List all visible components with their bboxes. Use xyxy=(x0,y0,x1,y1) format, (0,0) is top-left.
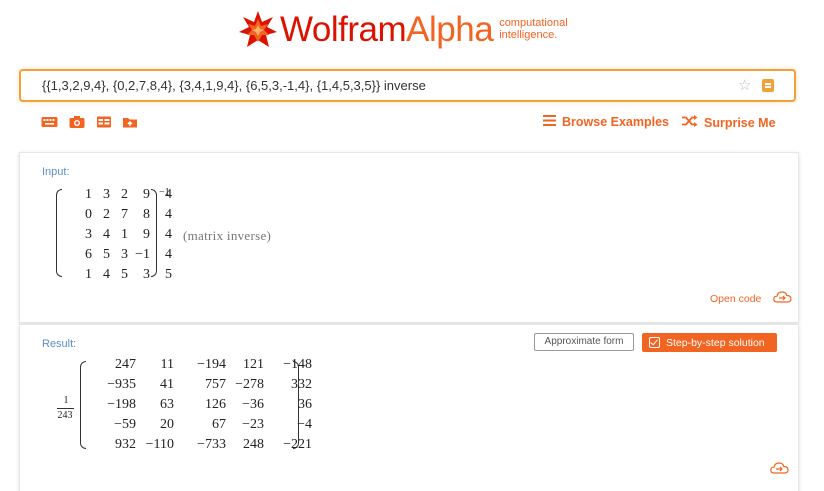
result-matrix-cell: −194 xyxy=(197,357,226,372)
approximate-form-button[interactable]: Approximate form xyxy=(534,333,634,351)
input-matrix-cell: 4 xyxy=(165,207,172,222)
input-matrix-cell: 7 xyxy=(121,207,128,222)
menu-icon xyxy=(543,115,556,129)
cloud-icon xyxy=(773,291,792,306)
result-matrix-cell: −278 xyxy=(235,377,264,392)
logo-wordmark: WolframAlpha xyxy=(280,10,494,50)
result-matrix-cell: −59 xyxy=(114,417,136,432)
input-matrix-cell: 5 xyxy=(165,267,172,282)
table-icon[interactable] xyxy=(96,114,112,130)
keyboard-icon[interactable] xyxy=(41,114,58,130)
result-pod-title: Result: xyxy=(42,338,77,350)
step-by-step-button[interactable]: Step-by-step solution xyxy=(642,333,777,352)
camera-icon[interactable] xyxy=(69,114,85,130)
input-matrix-cell: 4 xyxy=(103,267,110,282)
compute-button[interactable] xyxy=(762,79,774,92)
checkbox-icon xyxy=(649,337,660,348)
result-matrix-cell: 248 xyxy=(243,437,264,452)
fraction-numerator: 1 xyxy=(63,395,69,406)
input-matrix-cell: 3 xyxy=(121,247,128,262)
surprise-me-link[interactable]: Surprise Me xyxy=(682,115,776,130)
right-paren xyxy=(151,189,157,277)
input-matrix-cell: 8 xyxy=(143,207,150,222)
cloud-icon xyxy=(770,462,789,477)
input-matrix-cell: 3 xyxy=(143,267,150,282)
inverse-exponent: −1 xyxy=(159,187,170,198)
result-matrix-cell: 121 xyxy=(243,357,264,372)
input-matrix: 1 3 2 9 4 0 2 7 8 4 3 4 1 9 4 6 5 3 −1 4 1 4 5 3 5 xyxy=(54,187,174,282)
logo-alpha: Alpha xyxy=(406,10,494,49)
input-matrix-cell: 1 xyxy=(85,267,92,282)
logo-tagline: computational intelligence. xyxy=(499,17,568,41)
result-matrix: 247 11 −194 121 −148 −935 41 757 −278 332 −198 63 12… xyxy=(78,357,312,452)
result-matrix-cell: −4 xyxy=(297,417,312,432)
star-icon[interactable]: ☆ xyxy=(738,76,751,94)
wolframalpha-logo[interactable]: WolframAlpha computational intelligence. xyxy=(238,10,568,50)
input-matrix-cell: 5 xyxy=(103,247,110,262)
input-matrix-cell: 1 xyxy=(85,187,92,202)
input-matrix-cell: 6 xyxy=(85,247,92,262)
input-matrix-cell: 1 xyxy=(121,227,128,242)
result-matrix-cell: −23 xyxy=(242,417,264,432)
logo-tagline-2: intelligence. xyxy=(499,29,558,41)
result-matrix-cell: 41 xyxy=(160,377,174,392)
open-code-label: Open code xyxy=(710,292,762,305)
left-paren xyxy=(56,189,62,277)
input-matrix-cell: 4 xyxy=(103,227,110,242)
input-matrix-cell: 5 xyxy=(121,267,128,282)
input-matrix-cell: 0 xyxy=(85,207,92,222)
shuffle-icon xyxy=(682,115,698,130)
browse-examples-label: Browse Examples xyxy=(562,115,669,129)
input-matrix-cell: 2 xyxy=(103,207,110,222)
result-matrix-cell: −221 xyxy=(283,437,312,452)
surprise-me-label: Surprise Me xyxy=(704,115,776,130)
input-matrix-cell: −1 xyxy=(135,247,150,262)
input-matrix-cell: 9 xyxy=(143,227,150,242)
result-matrix-cell: −198 xyxy=(107,397,136,412)
result-matrix-cell: −733 xyxy=(197,437,226,452)
result-matrix-cell: 247 xyxy=(115,357,136,372)
result-matrix-cell: −148 xyxy=(283,357,312,372)
input-matrix-cell: 2 xyxy=(121,187,128,202)
open-code-link[interactable]: Open code xyxy=(710,291,792,306)
input-pod: Input: 1 3 2 9 4 0 2 7 8 4 3 4 1 9 4 6 5 3 −1 4 1 4 5 3 5 −1 (ma… xyxy=(19,152,799,323)
input-matrix-cell: 4 xyxy=(165,227,172,242)
input-pod-title: Input: xyxy=(42,166,70,178)
result-matrix-cell: 36 xyxy=(298,397,312,412)
logo-wolfram: Wolfram xyxy=(280,10,407,49)
left-paren xyxy=(80,361,86,449)
result-matrix-cell: 11 xyxy=(160,357,174,372)
fraction-bar xyxy=(57,408,74,409)
input-matrix-cell: 9 xyxy=(143,187,150,202)
folder-upload-icon[interactable] xyxy=(122,114,139,130)
result-matrix-cell: −110 xyxy=(145,437,174,452)
result-matrix-cell: 63 xyxy=(160,397,174,412)
input-matrix-cell: 4 xyxy=(165,247,172,262)
search-input[interactable]: {{1,3,2,9,4}, {0,2,7,8,4}, {3,4,1,9,4}, … xyxy=(42,78,426,93)
result-matrix-cell: −935 xyxy=(107,377,136,392)
result-matrix-cell: 67 xyxy=(212,417,226,432)
result-matrix-cell: 126 xyxy=(205,397,226,412)
result-pod: Result: Approximate form Step-by-step so… xyxy=(19,324,799,491)
logo-tagline-1: computational xyxy=(499,17,568,29)
wolfram-spikey-icon xyxy=(239,11,277,47)
result-open-link[interactable] xyxy=(770,462,789,477)
result-matrix-cell: −36 xyxy=(242,397,264,412)
result-matrix-cell: 20 xyxy=(160,417,174,432)
result-matrix-cell: 757 xyxy=(205,377,226,392)
result-matrix-cell: 332 xyxy=(291,377,312,392)
matrix-inverse-note: (matrix inverse) xyxy=(183,228,272,243)
browse-examples-link[interactable]: Browse Examples xyxy=(543,115,669,129)
step-by-step-label: Step-by-step solution xyxy=(666,336,765,349)
input-matrix-cell: 3 xyxy=(103,187,110,202)
result-matrix-cell: 932 xyxy=(115,437,136,452)
fraction-denominator: 243 xyxy=(57,410,73,421)
input-matrix-cell: 3 xyxy=(85,227,92,242)
search-bar[interactable]: {{1,3,2,9,4}, {0,2,7,8,4}, {3,4,1,9,4}, … xyxy=(19,69,796,102)
